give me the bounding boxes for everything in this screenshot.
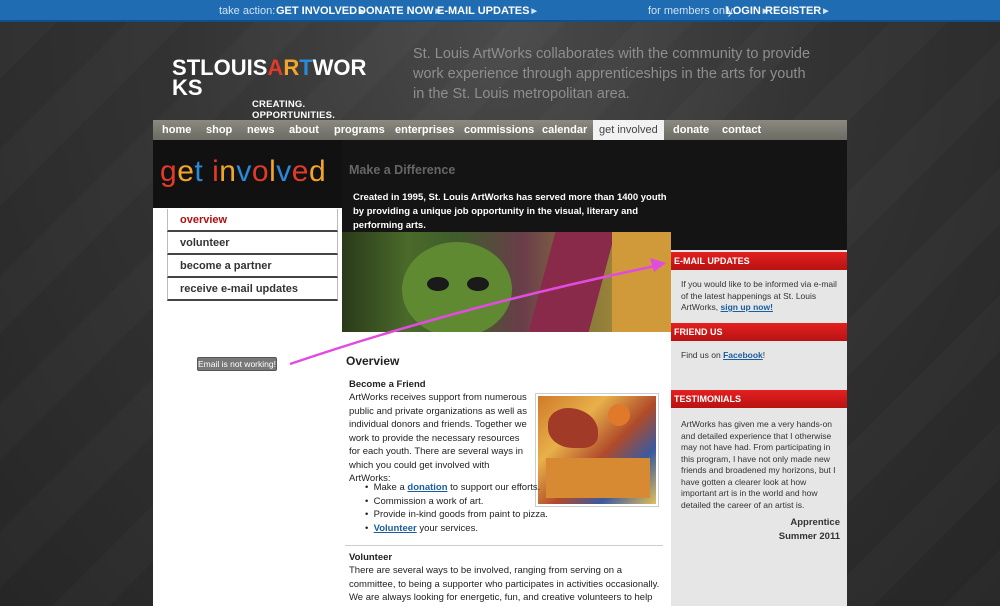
art-ball: [608, 404, 630, 426]
overview-heading: Overview: [346, 354, 400, 368]
login-link[interactable]: LOGIN: [726, 5, 768, 17]
submenu-become-partner[interactable]: become a partner: [167, 255, 338, 278]
take-action-label: take action:: [219, 5, 276, 17]
volunteer-link[interactable]: Volunteer: [374, 523, 417, 534]
nav-shop[interactable]: shop: [206, 120, 232, 140]
annotation-note: Email is not working!: [197, 357, 277, 371]
friend-us-heading: FRIEND US: [671, 323, 847, 341]
signup-link[interactable]: sign up now!: [721, 302, 773, 312]
submenu-volunteer[interactable]: volunteer: [167, 232, 338, 255]
members-label: for members only:: [648, 5, 737, 17]
site-tagline: St. Louis ArtWorks collaborates with the…: [413, 46, 811, 102]
testimonials-heading: TESTIMONIALS: [671, 390, 847, 408]
register-link[interactable]: REGISTER: [765, 5, 829, 17]
list-item: • Make a donation to support our efforts…: [365, 482, 541, 493]
nav-get-involved[interactable]: get involved: [593, 120, 664, 140]
logo-wordmark: STLOUISARTWORKS: [172, 55, 367, 100]
page-title: get involved: [160, 155, 327, 188]
art-figure: [548, 408, 598, 448]
nav-commissions[interactable]: commissions: [464, 120, 534, 140]
friend-us-text: Find us on Facebook!: [681, 350, 766, 360]
top-action-bar: take action: GET INVOLVED DONATE NOW E-M…: [0, 0, 1000, 22]
email-updates-top-link[interactable]: E-MAIL UPDATES: [437, 5, 537, 17]
ways-list: • Make a donation to support our efforts…: [365, 481, 665, 535]
email-updates-text: If you would like to be informed via e-m…: [681, 279, 837, 312]
list-item: • Provide in-kind goods from paint to pi…: [365, 509, 548, 520]
nav-about[interactable]: about: [289, 120, 319, 140]
logo-tagline: CREATING. OPPORTUNITIES.: [252, 99, 336, 121]
friend-text: ArtWorks receives support from numerous …: [349, 392, 527, 484]
hero-heading: Make a Difference: [349, 163, 456, 177]
nav-contact[interactable]: contact: [722, 120, 761, 140]
sub-menu: overview volunteer become a partner rece…: [167, 209, 338, 301]
nav-programs[interactable]: programs: [334, 120, 385, 140]
section-divider: [345, 545, 663, 546]
testimonial-text: ArtWorks has given me a very hands-on an…: [681, 419, 836, 510]
main-nav: home shop news about programs enterprise…: [153, 120, 847, 140]
volunteer-text: There are several ways to be involved, r…: [349, 565, 660, 606]
nav-donate[interactable]: donate: [673, 120, 709, 140]
email-updates-heading: E-MAIL UPDATES: [671, 252, 847, 270]
list-item: • Volunteer your services.: [365, 522, 478, 534]
nav-home[interactable]: home: [162, 120, 191, 140]
get-involved-top-link[interactable]: GET INVOLVED: [276, 5, 364, 17]
site-logo[interactable]: STLOUISARTWORKS CREATING. OPPORTUNITIES.: [172, 55, 372, 122]
friend-heading: Become a Friend: [349, 379, 426, 390]
testimonial-author: Apprentice: [790, 517, 840, 528]
facebook-link[interactable]: Facebook: [723, 350, 763, 360]
donation-link[interactable]: donation: [407, 482, 447, 493]
submenu-email-updates[interactable]: receive e-mail updates: [167, 278, 338, 301]
nav-news[interactable]: news: [247, 120, 275, 140]
testimonial-date: Summer 2011: [778, 531, 840, 542]
nav-calendar[interactable]: calendar: [542, 120, 587, 140]
nav-enterprises[interactable]: enterprises: [395, 120, 454, 140]
volunteer-heading: Volunteer: [349, 552, 393, 563]
submenu-overview[interactable]: overview: [167, 209, 338, 232]
list-item: • Commission a work of art.: [365, 495, 484, 507]
hero-text: Created in 1995, St. Louis ArtWorks has …: [353, 192, 667, 231]
donate-now-top-link[interactable]: DONATE NOW: [358, 5, 441, 17]
